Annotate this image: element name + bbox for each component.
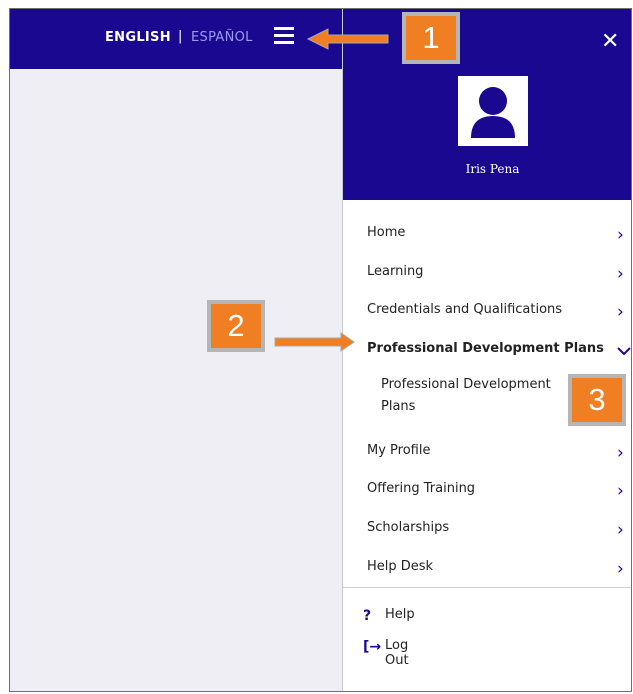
- arrow-2: [274, 332, 355, 352]
- callout-1: 1: [402, 12, 460, 64]
- callout-3: 3: [568, 374, 626, 426]
- annotation-arrows: [274, 28, 389, 352]
- arrow-1: [306, 28, 389, 50]
- callout-2: 2: [207, 300, 265, 352]
